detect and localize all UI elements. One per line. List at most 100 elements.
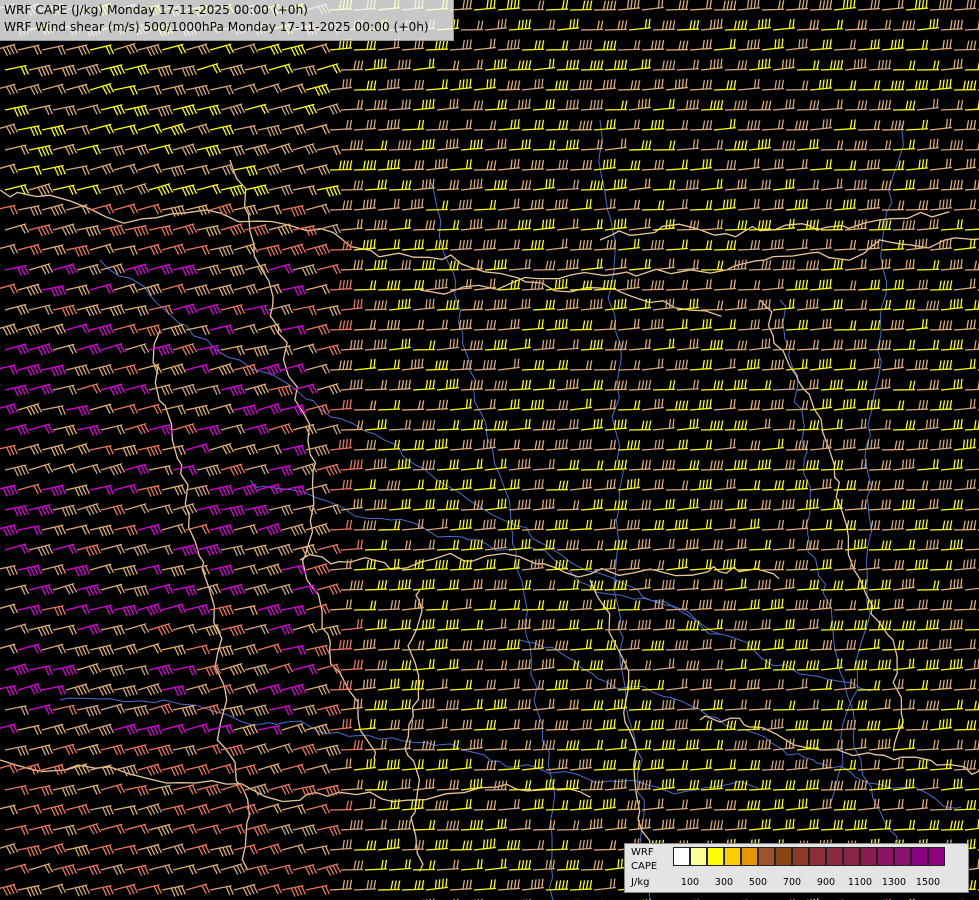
- wind-barb: [220, 783, 246, 794]
- wind-barb: [41, 364, 67, 377]
- wind-barb: [185, 683, 211, 695]
- wind-barb: [473, 38, 496, 51]
- wind-barb: [449, 78, 472, 91]
- wind-barb: [4, 745, 29, 757]
- wind-barb: [340, 539, 363, 551]
- wind-barb: [388, 540, 412, 551]
- wind-barb: [569, 120, 593, 131]
- wind-barb: [628, 499, 652, 511]
- wind-barb: [641, 200, 665, 211]
- wind-barb: [665, 239, 688, 251]
- wind-barb: [172, 223, 198, 235]
- wind-barb: [820, 620, 844, 631]
- wind-barb: [28, 784, 53, 797]
- wind-barb: [820, 99, 843, 111]
- wind-barb: [76, 544, 102, 557]
- wind-barb: [209, 885, 234, 896]
- wind-barb: [316, 663, 342, 675]
- wind-barb: [76, 184, 102, 195]
- wind-barb: [521, 839, 545, 851]
- wind-barb: [748, 219, 772, 231]
- wind-barb: [556, 298, 579, 311]
- wind-barb: [820, 299, 843, 311]
- wind-barb: [124, 744, 150, 757]
- wind-barb: [641, 78, 664, 91]
- wind-barb: [436, 60, 460, 71]
- wind-barb: [436, 138, 459, 151]
- wind-barb: [316, 344, 342, 356]
- wind-barb: [508, 699, 531, 711]
- wind-barb: [953, 40, 977, 51]
- wind-barb: [665, 359, 689, 371]
- wind-barb: [532, 58, 555, 71]
- wind-barb: [449, 518, 472, 531]
- wind-barb: [137, 123, 163, 134]
- wind-barb: [724, 658, 747, 671]
- wind-barb: [844, 100, 868, 111]
- wind-barb: [868, 659, 891, 671]
- wind-barb: [940, 578, 963, 591]
- wind-barb: [676, 779, 700, 791]
- wind-barb: [76, 743, 102, 756]
- wind-barb: [257, 163, 283, 176]
- wind-barb: [916, 778, 939, 791]
- wind-barb: [196, 264, 222, 276]
- wind-barb: [737, 78, 760, 91]
- wind-barb: [41, 723, 67, 736]
- wind-barb: [652, 380, 676, 391]
- wind-barb: [388, 619, 411, 631]
- wind-barb: [460, 859, 483, 871]
- wind-barb: [340, 860, 364, 871]
- wind-barb: [484, 739, 508, 751]
- wind-barb: [113, 604, 138, 617]
- wind-barb: [4, 343, 30, 355]
- wind-barb: [209, 124, 235, 136]
- wind-barb: [473, 800, 497, 811]
- wind-barb: [473, 278, 496, 291]
- wind-barb: [748, 299, 771, 311]
- wind-barb: [305, 363, 331, 375]
- legend-tick-label: 1500: [915, 877, 941, 888]
- wind-barb: [652, 140, 676, 151]
- wind-barb: [772, 738, 795, 751]
- wind-barb: [772, 498, 795, 511]
- wind-barb: [196, 344, 221, 356]
- wind-barb: [916, 18, 939, 31]
- wind-barb: [604, 258, 627, 271]
- wind-barb: [881, 559, 905, 571]
- wind-barb: [652, 619, 675, 631]
- wind-barb: [353, 718, 376, 731]
- wind-barb: [268, 104, 294, 116]
- wind-barb: [364, 99, 388, 111]
- wind-barb: [689, 240, 713, 251]
- wind-barb: [148, 464, 173, 476]
- wind-barb: [508, 219, 531, 231]
- wind-barb: [412, 379, 436, 391]
- wind-barb: [305, 243, 331, 256]
- weather-map: WRF CAPE (J/kg) Monday 17-11-2025 00:00 …: [0, 0, 979, 900]
- wind-barb: [4, 824, 29, 836]
- wind-barb: [497, 0, 520, 11]
- wind-barb: [0, 364, 19, 375]
- wind-barb: [689, 120, 713, 131]
- legend-swatch: [707, 847, 724, 866]
- wind-barb: [868, 19, 892, 31]
- wind-barb: [4, 384, 30, 397]
- wind-barb: [220, 344, 245, 356]
- wind-barb: [137, 724, 163, 737]
- wind-barb: [964, 20, 979, 31]
- wind-barb: [929, 158, 952, 171]
- wind-barb: [89, 44, 115, 55]
- wind-barb: [425, 758, 448, 771]
- wind-barb: [580, 258, 603, 271]
- wind-barb: [796, 219, 819, 231]
- wind-barb: [172, 383, 198, 397]
- wind-barb: [76, 224, 101, 237]
- wind-barb: [545, 159, 569, 171]
- wind-barb: [4, 144, 30, 155]
- wind-barb: [401, 279, 425, 291]
- wind-barb: [833, 639, 857, 651]
- wind-barb: [929, 718, 952, 731]
- wind-barb: [508, 139, 531, 151]
- wind-barb: [881, 519, 905, 531]
